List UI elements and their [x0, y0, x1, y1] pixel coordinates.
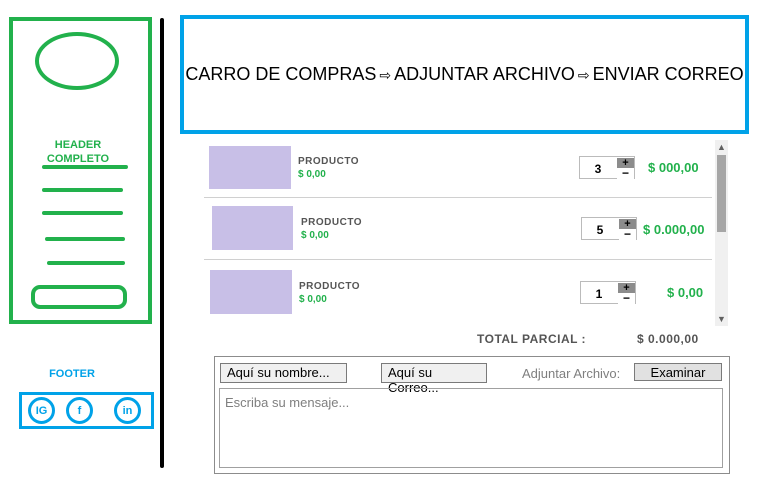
cart-scrollbar[interactable]: ▲ ▼ [715, 140, 728, 326]
quantity-value[interactable]: 1 [581, 282, 617, 305]
steps-text: CARRO DE COMPRAS ⇨ ADJUNTAR ARCHIVO ⇨ ENVIAR… [185, 64, 743, 85]
row-divider [204, 197, 712, 198]
quantity-stepper[interactable]: 1 + − [580, 281, 636, 304]
quantity-stepper[interactable]: 5 + − [581, 217, 637, 240]
footer-label: FOOTER [49, 368, 95, 380]
nav-item-2[interactable] [42, 188, 123, 192]
quantity-value[interactable]: 3 [580, 157, 616, 180]
nav-button[interactable] [31, 285, 127, 309]
product-image [210, 270, 292, 314]
quantity-stepper[interactable]: 3 + − [579, 156, 635, 179]
message-textarea[interactable]: Escriba su mensaje... [219, 388, 723, 468]
nav-item-3[interactable] [42, 211, 123, 215]
step-cart: CARRO DE COMPRAS [185, 64, 377, 84]
arrow-right-icon: ⇨ [577, 67, 590, 83]
product-name: PRODUCTO [299, 281, 361, 292]
scroll-up-icon[interactable]: ▲ [715, 140, 728, 154]
minus-icon[interactable]: − [617, 167, 634, 179]
linkedin-icon[interactable]: in [114, 397, 141, 424]
line-total: $ 0,00 [667, 285, 704, 300]
quantity-value[interactable]: 5 [582, 218, 618, 241]
nav-item-1[interactable] [42, 165, 128, 169]
step-attach: ADJUNTAR ARCHIVO [394, 64, 575, 84]
email-field[interactable]: Aquí su Correo... [381, 363, 487, 395]
checkout-steps: CARRO DE COMPRAS ⇨ ADJUNTAR ARCHIVO ⇨ ENVIAR… [180, 15, 749, 134]
arrow-right-icon: ⇨ [379, 67, 392, 83]
subtotal-label: TOTAL PARCIAL : [477, 332, 587, 346]
facebook-icon[interactable]: f [66, 397, 93, 424]
step-email: ENVIAR CORREO [592, 64, 744, 84]
product-image [209, 146, 291, 189]
header-label-line1: HEADER [54, 139, 102, 151]
header-label: HEADER COMPLETO [36, 138, 120, 166]
row-divider [204, 259, 712, 260]
browse-button[interactable]: Examinar [634, 363, 722, 381]
name-field[interactable]: Aquí su nombre... [220, 363, 347, 383]
scroll-thumb[interactable] [717, 155, 726, 232]
line-total: $ 0.000,00 [643, 222, 705, 237]
product-price: $ 0,00 [299, 294, 327, 305]
product-image [212, 206, 293, 250]
product-name: PRODUCTO [298, 156, 360, 167]
instagram-icon[interactable]: IG [28, 397, 55, 424]
vertical-divider [160, 18, 164, 468]
minus-icon[interactable]: − [619, 228, 636, 240]
logo-placeholder[interactable] [35, 32, 119, 90]
attach-label: Adjuntar Archivo: [522, 366, 621, 381]
product-price: $ 0,00 [298, 169, 326, 180]
header-label-line2: COMPLETO [46, 153, 110, 165]
product-name: PRODUCTO [301, 217, 363, 228]
nav-item-5[interactable] [47, 261, 125, 265]
line-total: $ 000,00 [648, 160, 699, 175]
product-price: $ 0,00 [301, 230, 329, 241]
minus-icon[interactable]: − [618, 292, 635, 304]
subtotal-value: $ 0.000,00 [637, 332, 699, 346]
nav-item-4[interactable] [45, 237, 125, 241]
scroll-down-icon[interactable]: ▼ [715, 312, 728, 326]
